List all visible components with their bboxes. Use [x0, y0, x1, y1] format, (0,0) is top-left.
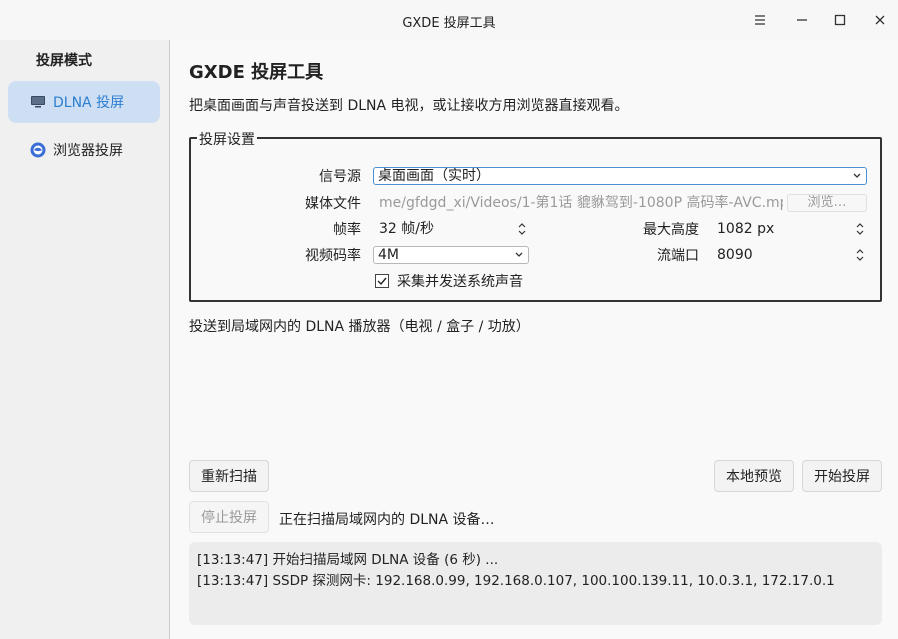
main-panel: GXDE 投屏工具 把桌面画面与声音投送到 DLNA 电视，或让接收方用浏览器直… [171, 40, 898, 639]
browse-button[interactable]: 浏览… [787, 194, 867, 212]
start-cast-button[interactable]: 开始投屏 [802, 460, 882, 492]
sidebar-item-browser[interactable]: 浏览器投屏 [8, 129, 160, 171]
close-icon[interactable] [868, 8, 892, 32]
settings-group-title: 投屏设置 [197, 129, 257, 149]
log-line: [13:13:47] 开始扫描局域网 DLNA 设备 (6 秒) ... [197, 552, 499, 568]
log-line: [13:13:47] SSDP 探测网卡: 192.168.0.99, 192.… [197, 573, 835, 589]
media-file-label: 媒体文件 [305, 196, 361, 212]
chevron-down-icon [852, 168, 862, 190]
source-select[interactable]: 桌面画面（实时） [373, 167, 867, 185]
maximize-icon[interactable] [828, 8, 852, 32]
chevron-down-icon [514, 247, 524, 269]
rescan-button[interactable]: 重新扫描 [189, 460, 269, 492]
checkmark-icon [375, 274, 389, 288]
audio-checkbox-label: 采集并发送系统声音 [397, 274, 523, 290]
source-value: 桌面画面（实时） [378, 168, 490, 184]
fps-label: 帧率 [333, 222, 361, 238]
bitrate-label: 视频码率 [305, 248, 361, 264]
browser-icon [30, 142, 46, 158]
log-panel: [13:13:47] 开始扫描局域网 DLNA 设备 (6 秒) ... [13… [189, 542, 882, 625]
page-description: 把桌面画面与声音投送到 DLNA 电视，或让接收方用浏览器直接观看。 [189, 98, 629, 114]
sidebar-section-title: 投屏模式 [36, 53, 92, 69]
stop-cast-button[interactable]: 停止投屏 [189, 501, 269, 533]
settings-group: 投屏设置 信号源 桌面画面（实时） 媒体文件 me/gfdgd_xi/Video… [189, 129, 882, 302]
max-height-spinbox[interactable]: 1082 px [711, 220, 867, 238]
port-spinbox[interactable]: 8090 [711, 246, 867, 264]
spin-arrows-icon[interactable] [855, 247, 865, 263]
sidebar-item-label: DLNA 投屏 [53, 95, 125, 111]
title-bar: GXDE 投屏工具 [0, 0, 898, 40]
sidebar-item-label: 浏览器投屏 [53, 143, 123, 159]
minimize-icon[interactable] [790, 8, 814, 32]
spin-arrows-icon[interactable] [517, 221, 527, 237]
port-value: 8090 [717, 247, 753, 263]
bitrate-value: 4M [378, 247, 399, 263]
menu-icon[interactable] [748, 8, 772, 32]
media-file-input[interactable]: me/gfdgd_xi/Videos/1-第1话 貔貅驾到-1080P 高码率-… [373, 194, 783, 212]
sidebar-item-dlna[interactable]: DLNA 投屏 [8, 81, 160, 123]
local-preview-button[interactable]: 本地预览 [714, 460, 794, 492]
status-text: 正在扫描局域网内的 DLNA 设备… [279, 512, 495, 528]
sidebar: 投屏模式 DLNA 投屏 浏览器投屏 [0, 40, 170, 639]
page-title: GXDE 投屏工具 [189, 62, 324, 83]
monitor-icon [30, 94, 46, 110]
port-label: 流端口 [657, 248, 699, 264]
source-label: 信号源 [319, 169, 361, 185]
max-height-value: 1082 px [717, 221, 775, 237]
audio-checkbox[interactable]: 采集并发送系统声音 [375, 271, 523, 291]
fps-spinbox[interactable]: 32 帧/秒 [373, 220, 529, 238]
fps-value: 32 帧/秒 [379, 221, 434, 237]
bitrate-select[interactable]: 4M [373, 246, 529, 264]
players-title: 投送到局域网内的 DLNA 播放器（电视 / 盒子 / 功放） [189, 319, 530, 335]
max-height-label: 最大高度 [643, 222, 699, 238]
spin-arrows-icon[interactable] [855, 221, 865, 237]
